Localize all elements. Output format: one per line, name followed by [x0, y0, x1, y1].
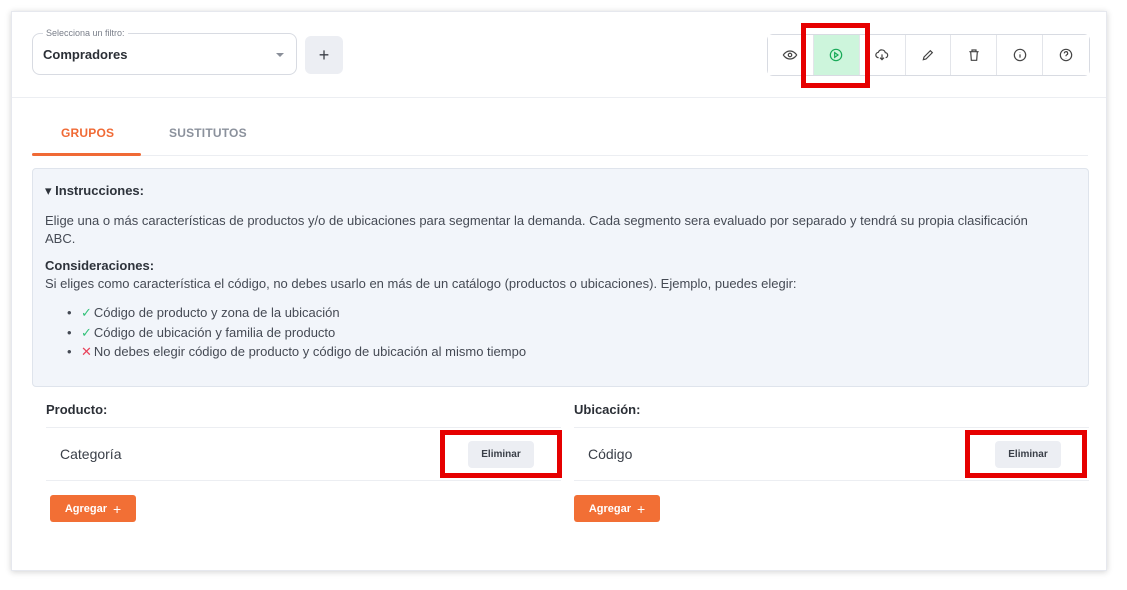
run-button[interactable]: [813, 35, 860, 75]
filter-select[interactable]: Selecciona un filtro: Compradores: [32, 28, 297, 75]
location-row-label: Código: [588, 446, 633, 462]
add-filter-button[interactable]: +: [305, 36, 343, 74]
location-row: Código Eliminar: [574, 427, 1089, 481]
filter-legend: Selecciona un filtro:: [43, 28, 128, 39]
product-section-title: Producto:: [46, 402, 108, 417]
view-button[interactable]: [768, 35, 814, 75]
location-add-button[interactable]: Agregar +: [574, 495, 660, 522]
help-icon: [1059, 48, 1073, 62]
product-delete-button[interactable]: Eliminar: [468, 441, 534, 468]
pencil-icon: [922, 49, 934, 61]
cloud-upload-icon: [875, 49, 889, 61]
cross-icon: ✕: [81, 344, 92, 359]
instructions-panel: ▾ Instrucciones: Elige una o más caracte…: [32, 168, 1089, 387]
list-item-text: Código de producto y zona de la ubicació…: [93, 305, 340, 320]
check-icon: ✓: [81, 324, 92, 340]
eye-icon: [783, 50, 798, 60]
list-item: ✕No debes elegir código de producto y có…: [67, 342, 1076, 362]
trash-icon: [969, 49, 979, 61]
delete-button[interactable]: [951, 35, 998, 75]
plus-icon: +: [113, 500, 122, 517]
location-section-title: Ubicación:: [574, 402, 641, 417]
considerations-title: Consideraciones:: [45, 258, 155, 273]
plus-icon: +: [637, 500, 646, 517]
info-button[interactable]: [997, 35, 1044, 75]
list-item: ✓Código de producto y zona de la ubicaci…: [67, 303, 1076, 323]
tab-grupos[interactable]: GRUPOS: [61, 126, 114, 140]
edit-button[interactable]: [905, 35, 952, 75]
check-icon: ✓: [81, 305, 92, 320]
add-button-label: Agregar: [588, 502, 631, 515]
list-item: ✓Código de ubicación y familia de produc…: [67, 323, 1076, 343]
main-card: Selecciona un filtro: Compradores + GRUP…: [11, 11, 1107, 571]
list-item-text: No debes elegir código de producto y cód…: [93, 344, 527, 359]
product-add-button[interactable]: Agregar +: [50, 495, 136, 522]
play-icon: [830, 48, 843, 62]
tab-sustitutos[interactable]: SUSTITUTOS: [169, 126, 247, 140]
chevron-down-icon[interactable]: [276, 53, 284, 57]
top-bar: Selecciona un filtro: Compradores +: [12, 12, 1106, 98]
instructions-paragraph: Elige una o más características de produ…: [45, 213, 1028, 246]
instructions-toggle[interactable]: ▾ Instrucciones:: [45, 182, 1076, 200]
filter-value: Compradores: [43, 47, 128, 62]
product-row-label: Categoría: [60, 446, 122, 462]
list-item-text: Código de ubicación y familia de product…: [93, 324, 336, 340]
active-tab-indicator: [32, 153, 141, 156]
considerations-list: ✓Código de producto y zona de la ubicaci…: [67, 303, 1076, 362]
product-row: Categoría Eliminar: [46, 427, 561, 481]
action-toolbar: [767, 34, 1090, 76]
add-button-label: Agregar: [64, 502, 107, 515]
tab-bar: GRUPOS SUSTITUTOS: [32, 112, 1088, 156]
considerations-text: Si eliges como característica el código,…: [45, 276, 797, 291]
help-button[interactable]: [1043, 35, 1090, 75]
location-delete-button[interactable]: Eliminar: [995, 441, 1061, 468]
info-icon: [1013, 48, 1026, 62]
upload-button[interactable]: [859, 35, 906, 75]
